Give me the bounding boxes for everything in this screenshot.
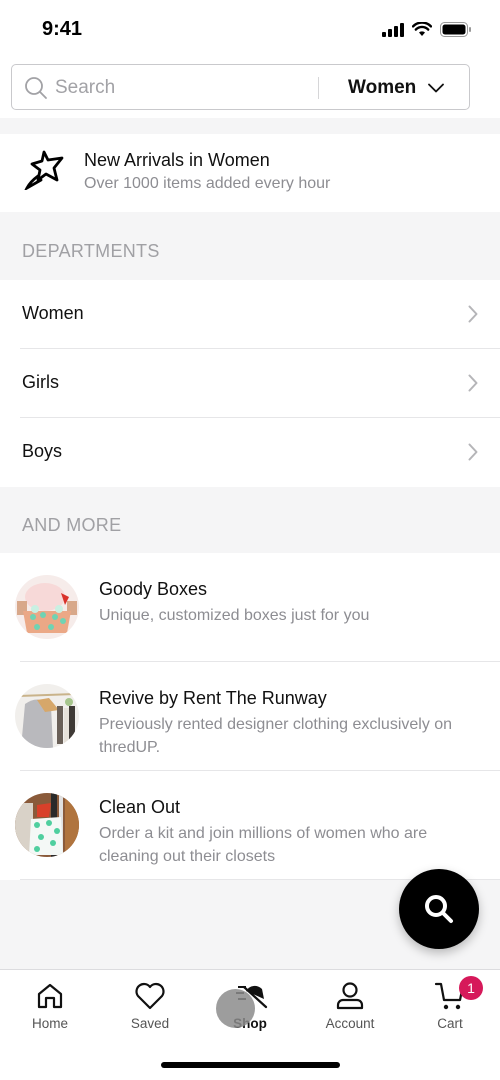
home-indicator[interactable] — [161, 1062, 340, 1068]
more-item-subtitle: Order a kit and join millions of women w… — [99, 825, 428, 865]
more-item-revive[interactable]: Revive by Rent The Runway Previously ren… — [0, 662, 500, 771]
search-divider — [318, 77, 319, 99]
battery-icon — [440, 22, 471, 37]
department-label: Boys — [22, 441, 63, 461]
and-more-header-label: AND MORE — [22, 515, 122, 535]
and-more-list: Goody Boxes Unique, customized boxes jus… — [0, 553, 500, 880]
heart-icon — [135, 982, 165, 1010]
chevron-right-icon — [468, 374, 478, 392]
more-item-title: Clean Out — [99, 797, 181, 817]
tab-saved[interactable]: Saved — [100, 980, 200, 1032]
person-icon — [336, 982, 364, 1010]
tab-cart[interactable]: 1 Cart — [400, 976, 500, 1032]
departments-header-label: DEPARTMENTS — [22, 241, 160, 261]
chevron-right-icon — [468, 443, 478, 461]
search-icon — [425, 895, 453, 923]
section-gap — [0, 118, 500, 134]
department-dropdown-label: Women — [348, 77, 417, 98]
tab-label: Cart — [437, 1016, 463, 1031]
clothing-rack-thumbnail — [15, 684, 79, 748]
department-label: Women — [22, 303, 84, 323]
status-bar: 9:41 — [0, 0, 500, 58]
department-label: Girls — [22, 372, 59, 392]
and-more-header: AND MORE — [0, 487, 500, 553]
chevron-down-icon — [428, 83, 445, 93]
tab-home[interactable]: Home — [0, 980, 100, 1032]
cart-badge: 1 — [459, 976, 483, 1000]
chevron-right-icon — [468, 305, 478, 323]
tab-label: Home — [31, 1016, 68, 1031]
department-item-women[interactable]: Women — [0, 280, 500, 349]
home-icon — [37, 983, 63, 1009]
department-dropdown[interactable]: Women — [348, 77, 445, 99]
new-arrivals-banner[interactable]: New Arrivals in Women Over 1000 items ad… — [0, 134, 500, 212]
wifi-icon — [412, 22, 432, 36]
more-item-subtitle: Unique, customized boxes just for you — [99, 607, 370, 624]
goody-box-thumbnail — [15, 575, 79, 639]
more-item-clean-out[interactable]: Clean Out Order a kit and join millions … — [0, 771, 500, 880]
status-icons — [382, 22, 472, 37]
search-placeholder: Search — [55, 77, 116, 98]
status-time: 9:41 — [42, 18, 83, 40]
more-item-title: Goody Boxes — [99, 579, 208, 599]
department-item-boys[interactable]: Boys — [0, 418, 500, 487]
search-area: Search Women — [0, 58, 500, 118]
tab-label: Account — [325, 1016, 375, 1031]
shooting-star-icon — [24, 150, 64, 190]
tab-account[interactable]: Account — [300, 980, 400, 1032]
floating-search-button[interactable] — [399, 869, 479, 949]
search-input[interactable]: Search Women — [11, 64, 470, 110]
search-icon — [25, 77, 47, 99]
more-item-subtitle: Previously rented designer clothing excl… — [99, 716, 453, 756]
cellular-signal-icon — [382, 22, 404, 37]
touch-indicator — [216, 989, 255, 1028]
departments-list: Women Girls Boys — [0, 280, 500, 487]
more-item-title: Revive by Rent The Runway — [99, 688, 327, 708]
tab-label: Saved — [130, 1016, 170, 1031]
clean-out-bag-thumbnail — [15, 793, 79, 857]
new-arrivals-subtitle: Over 1000 items added every hour — [84, 175, 331, 192]
new-arrivals-title: New Arrivals in Women — [84, 150, 270, 170]
department-item-girls[interactable]: Girls — [0, 349, 500, 418]
more-item-goody-boxes[interactable]: Goody Boxes Unique, customized boxes jus… — [0, 553, 500, 662]
departments-header: DEPARTMENTS — [0, 212, 500, 280]
